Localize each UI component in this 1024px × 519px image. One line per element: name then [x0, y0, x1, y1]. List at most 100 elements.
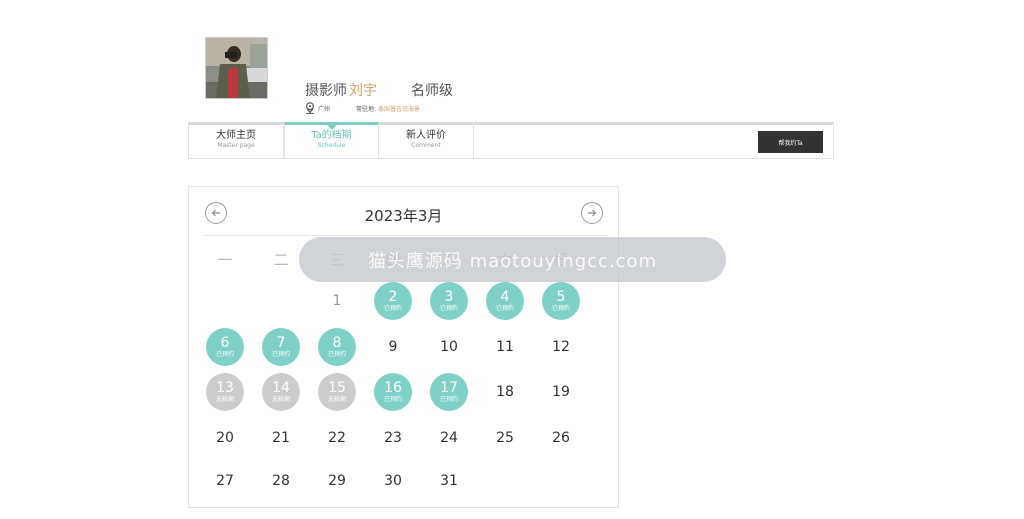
calendar-day[interactable]: 24	[430, 419, 468, 457]
photographer-name: 刘宇	[349, 83, 377, 99]
day-number: 18	[496, 383, 514, 400]
day-number: 22	[328, 429, 346, 446]
day-number: 29	[328, 472, 346, 489]
day-number: 11	[496, 338, 514, 355]
day-number: 26	[552, 429, 570, 446]
calendar-day[interactable]: 11	[486, 328, 524, 366]
day-number: 16	[384, 380, 402, 396]
calendar-day[interactable]: 6 已预约	[206, 328, 244, 366]
day-number: 14	[272, 380, 290, 396]
day-status-note: 无档期	[215, 396, 234, 403]
calendar-day[interactable]: 12	[542, 328, 580, 366]
day-number: 27	[216, 472, 234, 489]
schedule-calendar: 2023年3月 一二三四五六日 12已预约3已预约4已预约5已预约6已预约7已预…	[188, 186, 619, 508]
calendar-day[interactable]: 10	[430, 328, 468, 366]
day-number: 28	[272, 472, 290, 489]
calendar-divider	[203, 235, 608, 236]
calendar-day[interactable]: 2 已预约	[374, 282, 412, 320]
calendar-day[interactable]: 7 已预约	[262, 328, 300, 366]
tab-label: 新人评价	[406, 130, 446, 141]
calendar-day[interactable]: 14 无档期	[262, 373, 300, 411]
calendar-month-label: 2023年3月	[364, 207, 443, 225]
calendar-day[interactable]: 19	[542, 373, 580, 411]
photographer-avatar	[205, 37, 268, 99]
day-number: 17	[440, 380, 458, 396]
arrow-right-icon	[588, 209, 597, 217]
calendar-day[interactable]: 9	[374, 328, 412, 366]
day-number: 23	[384, 429, 402, 446]
photographer-meta: 广州 常驻地: 泰国普吉岛海景	[305, 102, 420, 114]
day-status-note: 已预约	[551, 305, 570, 312]
day-number: 10	[440, 338, 458, 355]
day-status-note: 已预约	[439, 305, 458, 312]
next-month-button[interactable]	[581, 202, 603, 224]
day-number: 6	[220, 335, 230, 351]
day-number: 25	[496, 429, 514, 446]
day-number: 15	[328, 380, 346, 396]
day-status-note: 已预约	[439, 396, 458, 403]
calendar-day[interactable]: 15 无档期	[318, 373, 356, 411]
day-status-note: 已预约	[383, 305, 402, 312]
calendar-day[interactable]: 26	[542, 419, 580, 457]
tab-sublabel: Master page	[217, 142, 255, 149]
day-number: 12	[552, 338, 570, 355]
calendar-day[interactable]: 3 已预约	[430, 282, 468, 320]
calendar-day[interactable]: 30	[374, 462, 412, 500]
day-status-note: 已预约	[271, 351, 290, 358]
calendar-day[interactable]: 29	[318, 462, 356, 500]
calendar-day[interactable]: 1	[318, 282, 356, 320]
tab-sublabel: Schedule	[317, 142, 346, 149]
day-number: 30	[384, 472, 402, 489]
location-pin-icon	[305, 102, 315, 114]
station-value: 泰国普吉岛海景	[378, 105, 421, 113]
tab-schedule[interactable]: Ta的档期 Schedule	[284, 122, 379, 158]
station-label: 常驻地:	[356, 105, 377, 113]
day-number: 13	[216, 380, 234, 396]
tab-comment[interactable]: 新人评价 Comment	[379, 122, 474, 158]
calendar-day[interactable]: 23	[374, 419, 412, 457]
day-number: 5	[556, 289, 566, 305]
book-photographer-button[interactable]: 帮我约Ta	[758, 131, 823, 153]
calendar-day[interactable]: 4 已预约	[486, 282, 524, 320]
watermark-banner: 猫头鹰源码 maotouyingcc.com	[299, 237, 726, 282]
calendar-day[interactable]: 13 无档期	[206, 373, 244, 411]
day-number: 7	[276, 335, 286, 351]
day-status-note: 无档期	[271, 396, 290, 403]
weekday-label: 一	[217, 251, 233, 269]
day-status-note: 已预约	[383, 396, 402, 403]
title-prefix: 摄影师	[305, 83, 347, 99]
day-status-note: 无档期	[327, 396, 346, 403]
tab-label: 大师主页	[216, 130, 256, 141]
tab-label: Ta的档期	[311, 130, 352, 141]
calendar-day[interactable]: 22	[318, 419, 356, 457]
day-number: 20	[216, 429, 234, 446]
photographer-level: 名师级	[411, 83, 453, 99]
calendar-day[interactable]: 16 已预约	[374, 373, 412, 411]
calendar-day[interactable]: 8 已预约	[318, 328, 356, 366]
tab-sublabel: Comment	[411, 142, 441, 149]
day-status-note: 已预约	[495, 305, 514, 312]
photographer-title: 摄影师 刘宇 名师级	[305, 80, 453, 100]
day-status-note: 已预约	[215, 351, 234, 358]
day-number: 2	[388, 289, 398, 305]
day-number: 1	[332, 292, 342, 309]
tab-master-page[interactable]: 大师主页 Master page	[189, 122, 284, 158]
calendar-day[interactable]: 18	[486, 373, 524, 411]
day-number: 21	[272, 429, 290, 446]
day-number: 3	[444, 289, 454, 305]
calendar-day[interactable]: 28	[262, 462, 300, 500]
calendar-day[interactable]: 20	[206, 419, 244, 457]
calendar-day[interactable]: 21	[262, 419, 300, 457]
weekday-label: 二	[273, 251, 289, 269]
day-status-note: 已预约	[327, 351, 346, 358]
calendar-day[interactable]: 25	[486, 419, 524, 457]
calendar-day[interactable]: 27	[206, 462, 244, 500]
calendar-day[interactable]: 17 已预约	[430, 373, 468, 411]
day-number: 9	[388, 338, 398, 355]
location-text: 广州	[318, 105, 331, 113]
day-number: 4	[500, 289, 510, 305]
day-number: 31	[440, 472, 458, 489]
calendar-day[interactable]: 5 已预约	[542, 282, 580, 320]
day-number: 19	[552, 383, 570, 400]
calendar-day[interactable]: 31	[430, 462, 468, 500]
